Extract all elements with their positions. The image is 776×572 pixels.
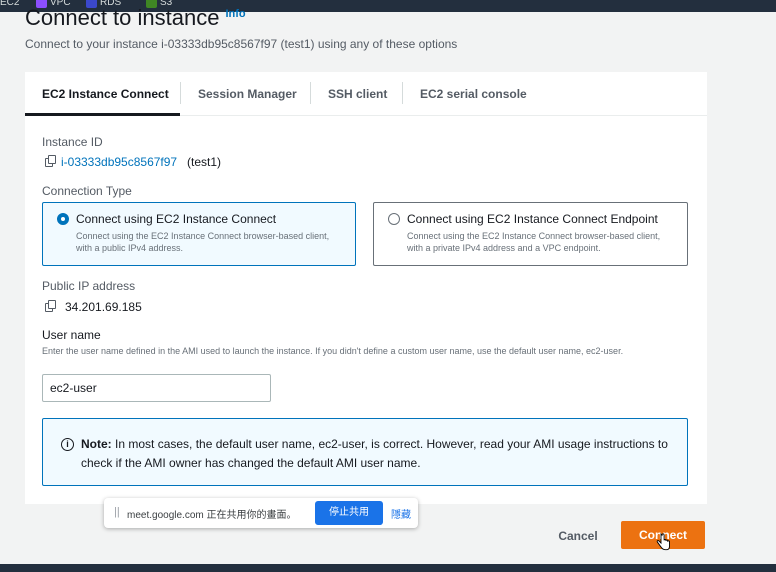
service-shortcut-label: EC2 <box>0 0 20 8</box>
info-link[interactable]: Info <box>225 8 245 20</box>
radio-button[interactable] <box>388 213 400 225</box>
tab-session-manager[interactable]: Session Manager <box>198 87 297 101</box>
tab-divider <box>180 82 181 104</box>
user-name-label: User name <box>42 328 101 342</box>
instance-id-link[interactable]: i-03333db95c8567f97 <box>61 155 177 169</box>
hide-share-bar-link[interactable]: 隱藏 <box>391 506 411 521</box>
radio-button-selected[interactable] <box>57 213 69 225</box>
bottom-status-bar <box>0 564 776 572</box>
drag-handle-icon[interactable]: || <box>114 506 120 518</box>
tab-divider <box>402 82 403 104</box>
public-ip-label: Public IP address <box>42 279 136 293</box>
info-icon: i <box>61 438 74 451</box>
info-alert-text: Note: In most cases, the default user na… <box>81 435 681 473</box>
connection-option-title: Connect using EC2 Instance Connect <box>76 212 277 226</box>
instance-id-label: Instance ID <box>42 135 103 149</box>
hand-cursor-icon <box>656 533 670 551</box>
user-name-hint: Enter the user name defined in the AMI u… <box>42 346 624 356</box>
info-alert-prefix: Note: <box>81 437 112 451</box>
connect-panel: EC2 Instance Connect Session Manager SSH… <box>25 72 707 504</box>
connection-option-instance-connect-endpoint[interactable]: Connect using EC2 Instance Connect Endpo… <box>373 202 688 266</box>
user-name-input[interactable] <box>42 374 271 402</box>
cancel-button[interactable]: Cancel <box>553 526 603 546</box>
page-title: Connect to instance Info <box>25 2 246 30</box>
tab-ec2-serial-console[interactable]: EC2 serial console <box>420 87 527 101</box>
page-subtitle: Connect to your instance i-03333db95c856… <box>25 37 458 51</box>
screen-share-message: meet.google.com 正在共用你的畫面。 <box>127 510 297 521</box>
page-title-text: Connect to instance <box>25 5 220 30</box>
copy-icon[interactable] <box>45 300 56 312</box>
connect-method-tabs: EC2 Instance Connect Session Manager SSH… <box>25 72 707 116</box>
active-tab-indicator <box>25 113 180 116</box>
service-shortcut-ec2[interactable]: EC2 <box>0 0 19 8</box>
screen-share-bar: || meet.google.com 正在共用你的畫面。 停止共用 隱藏 <box>104 498 418 528</box>
connection-option-description: Connect using the EC2 Instance Connect b… <box>76 231 330 253</box>
tab-divider <box>310 82 311 104</box>
tab-ec2-instance-connect[interactable]: EC2 Instance Connect <box>42 87 169 101</box>
connection-option-description: Connect using the EC2 Instance Connect b… <box>407 231 661 253</box>
tab-ssh-client[interactable]: SSH client <box>328 87 387 101</box>
connection-option-title: Connect using EC2 Instance Connect Endpo… <box>407 212 658 226</box>
instance-name: (test1) <box>187 155 222 169</box>
connection-type-label: Connection Type <box>42 184 132 198</box>
stop-sharing-button[interactable]: 停止共用 <box>315 501 383 525</box>
info-alert: i Note: In most cases, the default user … <box>42 418 688 486</box>
connection-option-instance-connect[interactable]: Connect using EC2 Instance Connect Conne… <box>42 202 356 266</box>
copy-icon[interactable] <box>45 155 56 167</box>
info-alert-message: In most cases, the default user name, ec… <box>81 437 668 470</box>
public-ip-value: 34.201.69.185 <box>65 300 142 314</box>
